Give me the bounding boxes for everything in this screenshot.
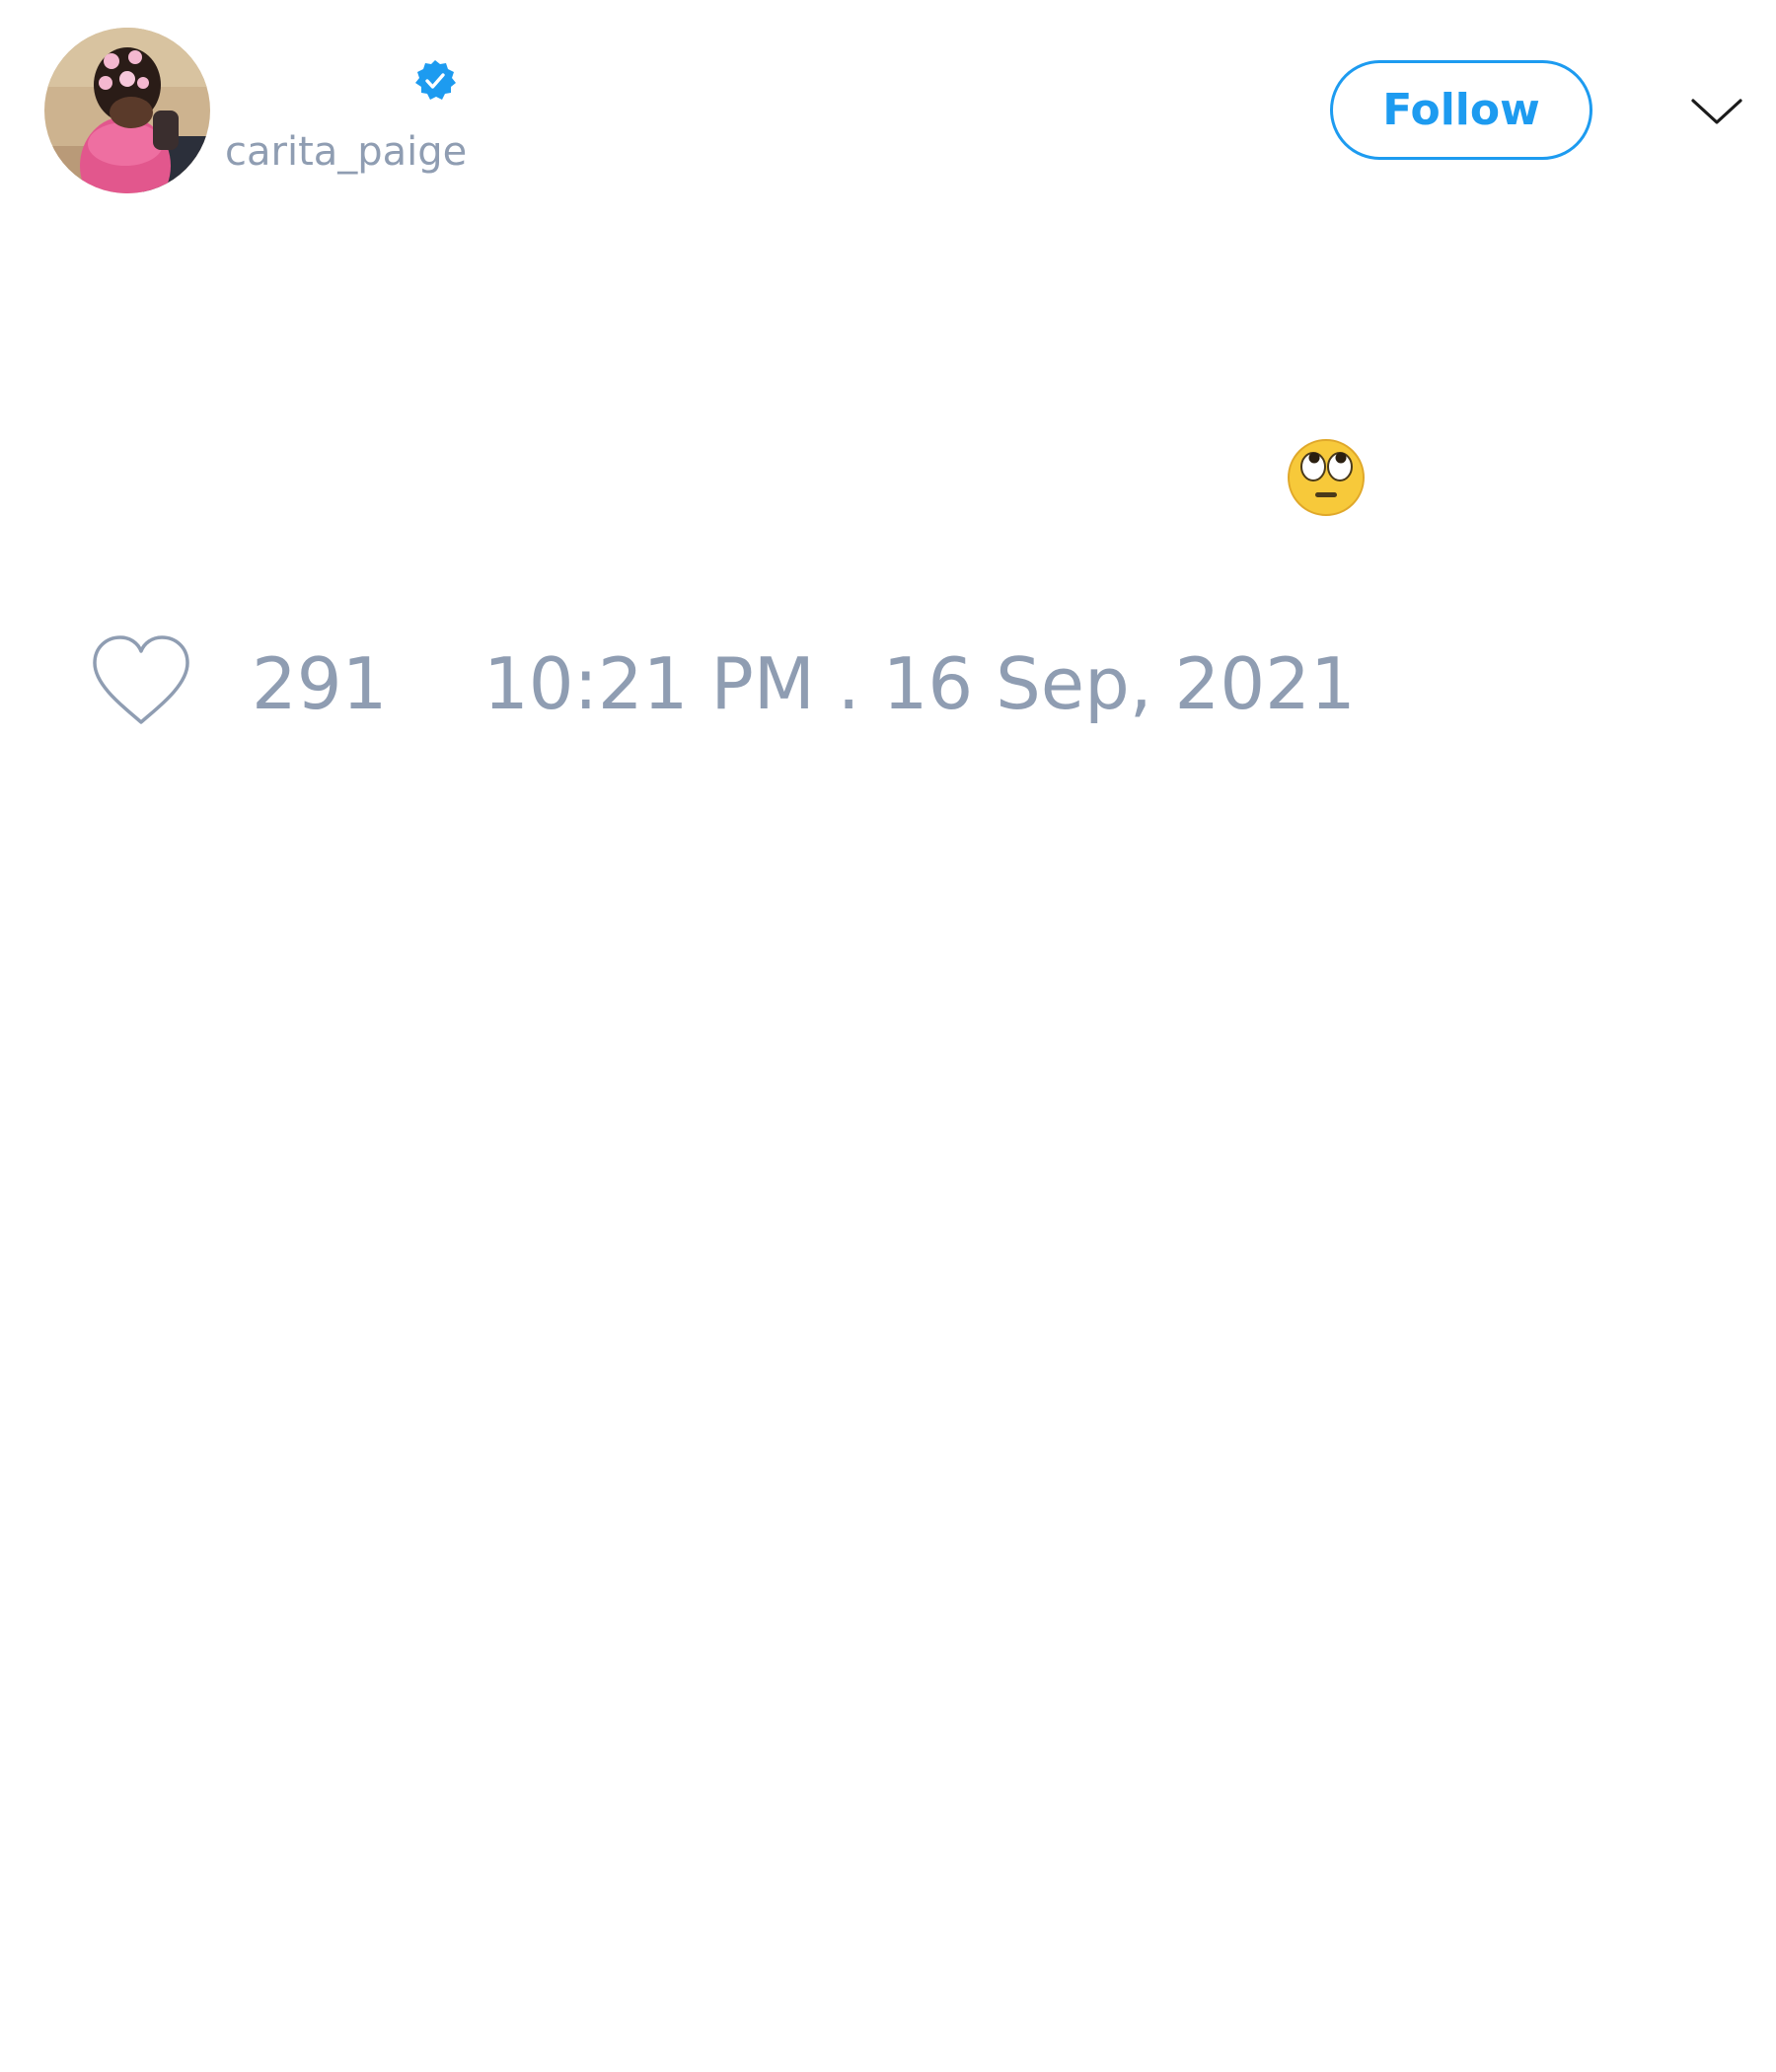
follow-button[interactable]: Follow bbox=[1330, 60, 1592, 160]
avatar-photo bbox=[44, 28, 210, 193]
like-count: 291 bbox=[252, 642, 388, 725]
avatar[interactable] bbox=[44, 28, 210, 193]
verified-badge-icon bbox=[415, 60, 456, 100]
heart-icon[interactable] bbox=[89, 631, 193, 730]
rolling-eyes-emoji-icon bbox=[1288, 439, 1365, 516]
chevron-down-icon[interactable] bbox=[1689, 91, 1744, 130]
author-handle[interactable]: carita_paige bbox=[225, 128, 467, 176]
author-name-row bbox=[225, 55, 458, 107]
tweet-timestamp[interactable]: 10:21 PM . 16 Sep, 2021 bbox=[483, 641, 1356, 726]
tweet-action-bar: 291 10:21 PM . 16 Sep, 2021 bbox=[89, 631, 1569, 734]
tweet-text bbox=[1286, 437, 1367, 518]
